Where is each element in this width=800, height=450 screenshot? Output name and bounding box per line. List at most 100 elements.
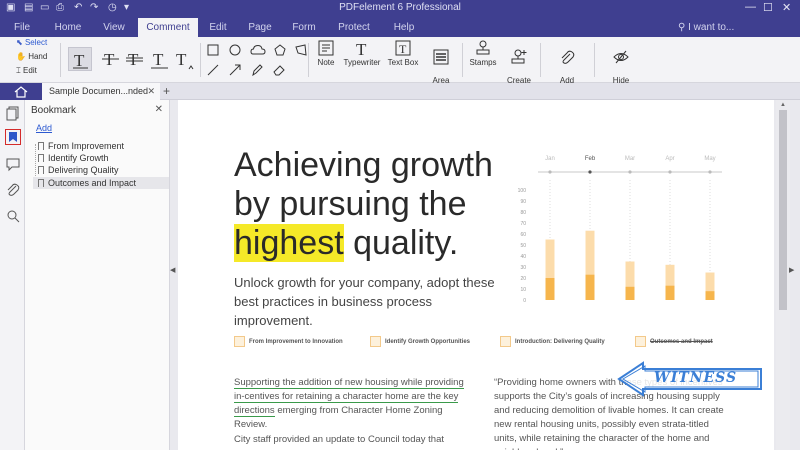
topic-icon <box>635 336 646 347</box>
bookmark-item-label: Outcomes and Impact <box>48 178 137 188</box>
menu-page[interactable]: Page <box>240 18 280 37</box>
cloud-icon[interactable] <box>250 43 266 57</box>
home-tab[interactable] <box>0 83 42 100</box>
ribbon-separator <box>60 43 61 77</box>
topic-label: Introduction: Delivering Quality <box>515 339 605 346</box>
bookmark-item[interactable]: Outcomes and Impact <box>33 177 169 189</box>
topic-item: Outcomes and Impact <box>635 336 713 347</box>
pencil-icon[interactable] <box>250 63 264 77</box>
menu-edit[interactable]: Edit <box>200 18 236 37</box>
chart-bar <box>705 291 715 300</box>
arrow-icon[interactable] <box>228 63 242 77</box>
attachments-icon[interactable] <box>5 182 21 198</box>
strikethrough-annotation[interactable]: Outcomes and Impact <box>650 339 713 345</box>
strikeout-t-icon: T <box>102 50 119 69</box>
highlight-t-icon: T <box>73 51 88 70</box>
typewriter-button[interactable]: T Typewriter <box>341 40 383 67</box>
caret-text-tool[interactable]: T <box>172 47 196 71</box>
maximize-icon[interactable]: ☐ <box>763 1 773 14</box>
menu-home[interactable]: Home <box>48 18 88 37</box>
close-window-icon[interactable]: ✕ <box>782 1 791 14</box>
bookmark-item[interactable]: Identify Growth <box>33 152 169 164</box>
select-tool[interactable]: ⬉ Select <box>16 38 47 47</box>
chart-bar <box>625 286 635 300</box>
textbox-label: Text Box <box>387 58 419 67</box>
bookmark-panel-title: Bookmark <box>31 105 77 116</box>
i-want-to-search[interactable]: ⚲ I want to... <box>678 18 734 37</box>
chart-y-tick-label: 100 <box>518 188 527 194</box>
bookmark-item-label: Identify Growth <box>48 153 109 163</box>
chart-y-tick-label: 90 <box>520 199 526 205</box>
underline-t-icon: T <box>126 50 143 69</box>
chart-x-tick-label: Mar <box>625 156 635 162</box>
menu-help[interactable]: Help <box>384 18 424 37</box>
close-panel-icon[interactable]: ✕ <box>155 104 163 115</box>
rectangle-icon[interactable] <box>206 43 220 57</box>
strikeout-text-tool[interactable]: T <box>99 47 123 71</box>
ribbon-separator <box>200 43 201 77</box>
page-headline: Achieving growth by pursuing the highest… <box>234 146 493 263</box>
hand-label: Hand <box>28 52 48 61</box>
close-tab-icon[interactable]: ✕ <box>147 83 155 100</box>
chart-timeline-dot <box>628 170 632 174</box>
collapse-right-icon[interactable]: ▶ <box>789 266 794 274</box>
chart-timeline-dot <box>588 170 592 174</box>
collapse-left-icon[interactable]: ◀ <box>170 266 175 274</box>
squiggly-text-tool[interactable]: T <box>148 47 172 71</box>
lightbulb-icon: ⚲ <box>678 22 686 33</box>
menu-view[interactable]: View <box>94 18 134 37</box>
stamps-button[interactable]: Stamps <box>466 40 500 67</box>
squiggly-t-icon: T <box>151 50 168 69</box>
chart-timeline-dot <box>548 170 552 174</box>
chart-y-tick-label: 50 <box>520 243 526 249</box>
line-icon[interactable] <box>206 63 220 77</box>
menu-file[interactable]: File <box>6 18 38 37</box>
typewriter-label: Typewriter <box>343 58 381 67</box>
topic-label: From Improvement to Innovation <box>249 339 343 346</box>
chart-y-tick-label: 30 <box>520 265 526 271</box>
bookmark-item[interactable]: Delivering Quality <box>33 164 169 176</box>
scrollbar-thumb[interactable] <box>779 110 787 310</box>
circle-icon[interactable] <box>228 43 242 57</box>
menu-form[interactable]: Form <box>284 18 324 37</box>
bookmark-item[interactable]: From Improvement <box>33 140 169 152</box>
scroll-up-icon[interactable]: ▲ <box>780 102 786 108</box>
polygon-icon[interactable] <box>273 43 287 57</box>
select-cursor-icon: ⬉ <box>16 38 23 47</box>
note-icon <box>318 40 334 56</box>
textbox-button[interactable]: T Text Box <box>385 40 421 67</box>
bookmark-flag-icon <box>38 142 44 150</box>
ribbon-toolbar: ⬉ Select ✋ Hand ⌶ Edit T T T T T Note T … <box>0 37 800 94</box>
comments-icon[interactable] <box>5 156 21 172</box>
chart-y-tick-label: 20 <box>520 276 526 282</box>
topic-icon <box>500 336 511 347</box>
eraser-icon[interactable] <box>272 63 286 77</box>
search-icon[interactable] <box>5 208 21 224</box>
highlight-annotation[interactable]: highest <box>234 224 344 262</box>
add-bookmark-link[interactable]: Add <box>36 123 52 133</box>
witness-stamp-text: WITNESS <box>654 370 738 386</box>
ribbon-separator <box>594 43 595 77</box>
chart-bar <box>585 274 595 300</box>
polyline-icon[interactable] <box>294 43 308 57</box>
edit-tool[interactable]: ⌶ Edit <box>16 66 37 76</box>
svg-text:T: T <box>74 51 85 70</box>
note-button[interactable]: Note <box>312 40 340 67</box>
menu-comment[interactable]: Comment <box>138 18 198 37</box>
new-tab-icon[interactable]: + <box>163 83 170 100</box>
menu-protect[interactable]: Protect <box>330 18 378 37</box>
underline-text-tool[interactable]: T <box>123 47 147 71</box>
hand-tool[interactable]: ✋ Hand <box>16 52 47 61</box>
bookmark-panel: Bookmark ✕ Add From Improvement Identify… <box>25 100 170 450</box>
highlight-text-tool[interactable]: T <box>68 47 92 71</box>
minimize-icon[interactable]: — <box>745 1 756 13</box>
bookmark-panel-icon[interactable] <box>5 129 21 145</box>
document-tab[interactable]: Sample Documen...nded ✕ <box>42 83 160 100</box>
svg-text:T: T <box>176 50 187 69</box>
chart-timeline-dot <box>668 170 672 174</box>
thumbnails-icon[interactable] <box>5 105 21 121</box>
bookmark-flag-icon <box>38 154 44 162</box>
chart-y-tick-label: 60 <box>520 232 526 238</box>
ribbon-separator <box>540 43 541 77</box>
chart-x-tick-label: Apr <box>665 156 674 162</box>
